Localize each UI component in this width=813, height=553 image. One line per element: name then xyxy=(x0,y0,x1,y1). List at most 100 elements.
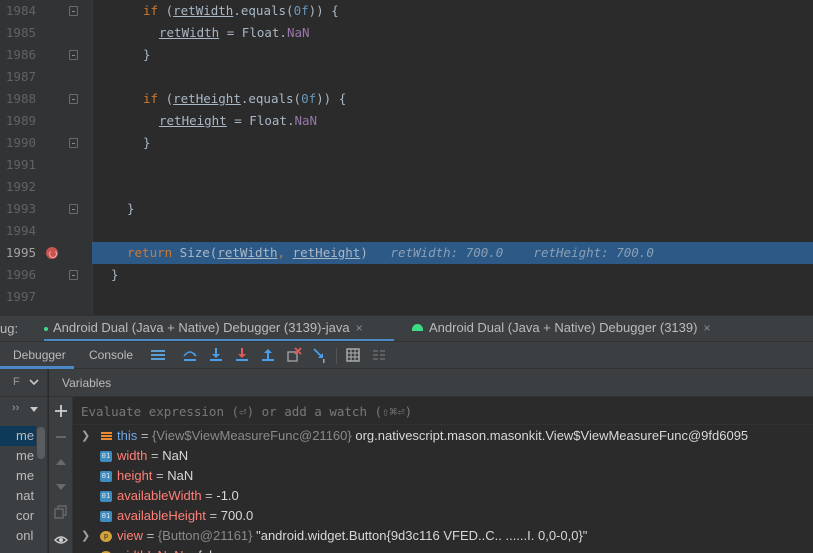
code-token: 0f xyxy=(293,3,309,18)
code-token: return xyxy=(127,245,173,260)
line-number: 1992 xyxy=(5,179,36,194)
line-number: 1990 xyxy=(5,135,36,150)
fold-marker-icon[interactable] xyxy=(69,50,78,60)
code-line[interactable]: 1993} xyxy=(0,198,813,220)
line-number: 1995 xyxy=(5,245,36,260)
variable-name: widthIsNaN xyxy=(117,548,183,553)
code-line[interactable]: 1989 retHeight = Float.NaN xyxy=(0,110,813,132)
equals-sign: = xyxy=(143,528,158,543)
thread-selector[interactable]: F xyxy=(0,369,48,397)
equals-sign: = xyxy=(183,548,198,553)
variable-row[interactable]: pwidthIsNaN = false xyxy=(73,546,813,553)
copy-icon[interactable] xyxy=(54,505,68,519)
tab-debugger[interactable]: Debugger xyxy=(13,348,66,362)
variable-row[interactable]: ❯ this = {View$ViewMeasureFunc@21160} org… xyxy=(73,426,813,446)
code-line[interactable]: 1986} xyxy=(0,44,813,66)
more-icon[interactable]: ›› xyxy=(12,402,19,414)
code-line-current[interactable]: 1995 return Size(retWidth, retHeight) ret… xyxy=(0,242,813,264)
code-line[interactable]: 1988 if (retHeight.equals(0f)) { xyxy=(0,88,813,110)
android-status-dot-icon xyxy=(44,327,48,331)
run-to-cursor-icon[interactable] xyxy=(312,347,328,363)
code-line[interactable]: 1990} xyxy=(0,132,813,154)
line-number: 1984 xyxy=(5,3,36,18)
variable-name: height xyxy=(117,468,153,483)
watch-eye-icon[interactable] xyxy=(54,533,68,547)
variable-row[interactable]: 01 height = NaN xyxy=(73,466,813,486)
frame-item[interactable]: cor xyxy=(0,506,36,526)
variable-text: width = NaN xyxy=(117,446,188,466)
code-line[interactable]: 1984 if (retWidth.equals(0f)) { xyxy=(0,0,813,22)
expand-arrow-icon[interactable]: ❯ xyxy=(81,526,90,546)
layout-menu-icon[interactable] xyxy=(150,347,166,363)
variable-name: availableHeight xyxy=(117,508,206,523)
tab-console[interactable]: Console xyxy=(89,348,133,362)
move-up-icon[interactable] xyxy=(54,455,68,469)
fold-marker-icon[interactable] xyxy=(69,94,78,104)
code-line[interactable]: 1994 xyxy=(0,220,813,242)
code-token: = Float. xyxy=(219,25,287,40)
fold-marker-icon[interactable] xyxy=(69,138,78,148)
fold-marker-icon[interactable] xyxy=(69,6,78,16)
variable-name: this xyxy=(117,428,138,443)
drop-frame-icon[interactable] xyxy=(286,347,302,363)
code-token: if xyxy=(143,91,159,106)
step-out-icon[interactable] xyxy=(260,347,276,363)
code-text: if (retWidth.equals(0f)) { xyxy=(143,0,339,22)
remove-watch-icon[interactable] xyxy=(54,430,68,444)
inline-debug-value: retWidth: 700.0 xyxy=(367,245,504,260)
add-watch-icon[interactable] xyxy=(54,404,68,418)
code-line[interactable]: 1991 xyxy=(0,154,813,176)
equals-sign: = xyxy=(152,468,168,483)
trace-icon[interactable] xyxy=(371,347,387,363)
code-line[interactable]: 1985 retWidth = Float.NaN xyxy=(0,22,813,44)
code-text: if (retHeight.equals(0f)) { xyxy=(143,88,346,110)
code-token: } xyxy=(127,201,135,216)
variable-row[interactable]: 01 availableHeight = 700.0 xyxy=(73,506,813,526)
fold-marker-icon[interactable] xyxy=(69,270,78,280)
code-token: ( xyxy=(158,3,174,18)
line-number: 1989 xyxy=(5,113,36,128)
code-editor[interactable]: 1984 if (retWidth.equals(0f)) {1985 retWid… xyxy=(0,0,813,315)
line-number: 1993 xyxy=(5,201,36,216)
evaluate-expression-input[interactable] xyxy=(81,401,781,421)
tab-debug-session[interactable]: Android Dual (Java + Native) Debugger (3… xyxy=(412,316,710,342)
expand-arrow-icon[interactable]: ❯ xyxy=(81,426,90,446)
chevron-down-icon[interactable] xyxy=(29,378,39,386)
move-down-icon[interactable] xyxy=(54,480,68,494)
fold-marker-icon[interactable] xyxy=(69,204,78,214)
code-token: } xyxy=(111,267,119,282)
code-line[interactable]: 1987 xyxy=(0,66,813,88)
step-into-icon[interactable] xyxy=(208,347,224,363)
force-step-into-icon[interactable] xyxy=(234,347,250,363)
variable-row[interactable]: 01 availableWidth = -1.0 xyxy=(73,486,813,506)
frame-item[interactable]: me xyxy=(0,466,36,486)
code-line[interactable]: 1992 xyxy=(0,176,813,198)
code-token: retWidth xyxy=(173,3,234,18)
thread-filter-label: F xyxy=(13,376,20,388)
frame-item[interactable]: me xyxy=(0,446,36,466)
toolbar-separator xyxy=(336,348,337,364)
frames-scrollbar[interactable] xyxy=(37,427,45,459)
variable-row[interactable]: 01 width = NaN xyxy=(73,446,813,466)
equals-sign: = xyxy=(205,508,221,523)
dropdown-arrow-icon[interactable] xyxy=(29,407,39,413)
frame-item[interactable]: me xyxy=(0,426,36,446)
frame-item[interactable]: onl xyxy=(0,526,36,546)
variables-tree[interactable]: ❯ this = {View$ViewMeasureFunc@21160} org… xyxy=(73,425,813,553)
frame-item[interactable]: nat xyxy=(0,486,36,506)
code-text: } xyxy=(143,44,151,66)
tab-debug-session-java[interactable]: Android Dual (Java + Native) Debugger (3… xyxy=(44,316,394,342)
variable-row[interactable]: ❯ p view = {Button@21161} "android.widget.… xyxy=(73,526,813,546)
evaluate-expression-icon[interactable] xyxy=(345,347,361,363)
equals-sign: = xyxy=(201,488,217,503)
close-icon[interactable]: × xyxy=(356,321,363,335)
code-line[interactable]: 1997 xyxy=(0,286,813,308)
code-line[interactable]: 1996} xyxy=(0,264,813,286)
code-token: 0f xyxy=(301,91,317,106)
step-over-icon[interactable] xyxy=(182,347,198,363)
frames-panel: F ›› me me me nat cor onl xyxy=(0,369,48,553)
breakpoint-icon[interactable] xyxy=(46,247,58,259)
android-icon xyxy=(412,324,423,331)
close-icon[interactable]: × xyxy=(703,321,710,335)
variables-title: Variables xyxy=(62,376,112,390)
